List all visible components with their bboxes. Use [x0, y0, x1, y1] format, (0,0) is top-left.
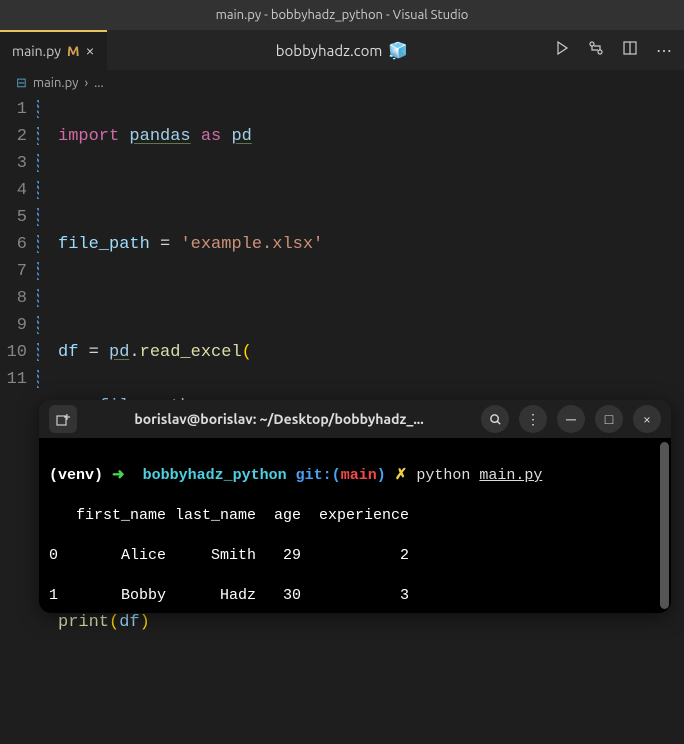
var-df: df [58, 343, 78, 362]
terminal-scrollbar[interactable] [660, 442, 669, 609]
window-title-bar: main.py - bobbyhadz_python - Visual Stud… [0, 0, 684, 30]
terminal-output-row: 1 Bobby Hadz 30 3 [49, 586, 661, 606]
center-label: bobbyhadz.com 🧊 [276, 41, 409, 60]
editor-toolbar: ⋯ [554, 40, 672, 60]
breadcrumb[interactable]: ⊟ main.py › ... [0, 70, 684, 96]
breadcrumb-file[interactable]: main.py [33, 76, 79, 90]
site-label: bobbyhadz.com [276, 42, 383, 59]
terminal-line: (venv) ➜ bobbyhadz_python git:(main) ✗ p… [49, 466, 661, 486]
tab-main-py[interactable]: main.py M × [0, 30, 107, 70]
fn-print: print [58, 613, 109, 632]
paren-close2: ) [140, 613, 150, 632]
kw-as: as [201, 127, 221, 146]
arg-df: df [119, 613, 139, 632]
fn-readexcel: read_excel [140, 343, 242, 362]
search-icon[interactable] [481, 405, 509, 433]
window-title: main.py - bobbyhadz_python - Visual Stud… [216, 8, 469, 22]
git-compare-icon[interactable] [588, 40, 604, 60]
new-tab-button[interactable] [49, 405, 77, 433]
op-dot: . [129, 343, 139, 362]
var-filepath: file_path [58, 235, 150, 254]
menu-icon[interactable]: ⋮ [519, 405, 547, 433]
tab-modified-indicator: M [67, 43, 79, 59]
close-icon[interactable]: × [86, 42, 95, 60]
line-gutter: 1234567891011 [0, 96, 40, 744]
ref-pd: pd [109, 343, 129, 362]
alias-pd: pd [231, 127, 251, 146]
terminal-output-row: 0 Alice Smith 29 2 [49, 546, 661, 566]
op-eq2: = [78, 343, 109, 362]
more-icon[interactable]: ⋯ [656, 41, 672, 60]
paren-open: ( [242, 343, 252, 362]
breadcrumb-sep: › [84, 76, 88, 90]
cube-icon: 🧊 [388, 41, 408, 60]
terminal-window: borislav@borislav: ~/Desktop/bobbyhadz_.… [39, 400, 671, 613]
op-eq: = [150, 235, 181, 254]
close-window-icon[interactable]: × [633, 405, 661, 433]
python-file-icon: ⊟ [16, 76, 27, 91]
play-icon[interactable] [554, 40, 570, 60]
mod-pandas: pandas [129, 127, 190, 146]
terminal-header: borislav@borislav: ~/Desktop/bobbyhadz_.… [39, 400, 671, 438]
kw-import: import [58, 127, 119, 146]
minimize-icon[interactable]: ─ [557, 405, 585, 433]
paren-open2: ( [109, 613, 119, 632]
tab-name: main.py [12, 43, 61, 59]
split-editor-icon[interactable] [622, 40, 638, 60]
breadcrumb-more[interactable]: ... [94, 76, 104, 90]
tab-bar: main.py M × bobbyhadz.com 🧊 ⋯ [0, 30, 684, 70]
terminal-body[interactable]: (venv) ➜ bobbyhadz_python git:(main) ✗ p… [39, 438, 671, 613]
str-example: 'example.xlsx' [180, 235, 323, 254]
maximize-icon[interactable]: □ [595, 405, 623, 433]
terminal-output-header: first_name last_name age experience [49, 506, 661, 526]
terminal-title: borislav@borislav: ~/Desktop/bobbyhadz_.… [87, 411, 471, 427]
